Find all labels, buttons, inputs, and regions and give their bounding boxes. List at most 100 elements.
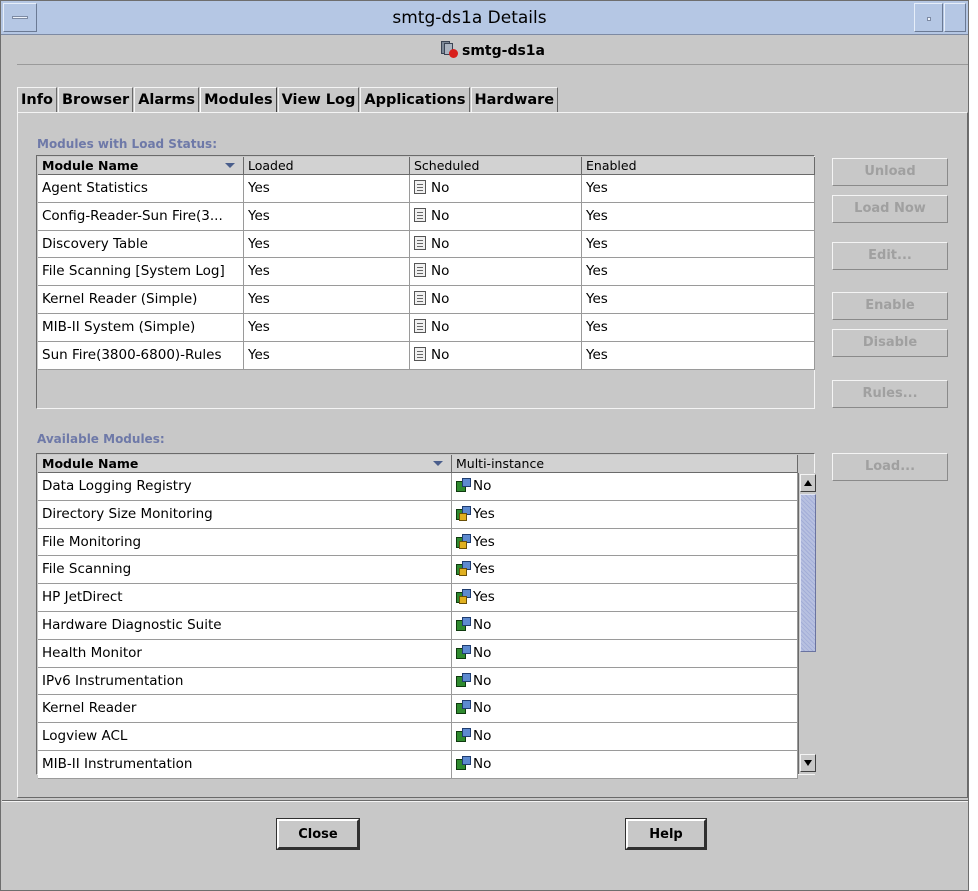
cell-text: Config-Reader-Sun Fire(3... xyxy=(42,207,223,224)
document-icon xyxy=(414,235,426,250)
tab-view-log[interactable]: View Log xyxy=(277,87,360,113)
tab-alarms[interactable]: Alarms xyxy=(134,87,200,113)
tab-info[interactable]: Info xyxy=(17,87,57,113)
cell-text: Yes xyxy=(248,180,270,196)
cell-name: MIB-II System (Simple) xyxy=(38,313,244,342)
table-row[interactable]: File Scanning Yes xyxy=(38,556,798,585)
cell-text: No xyxy=(473,644,492,661)
cell-text: No xyxy=(431,235,450,252)
single-instance-module-icon xyxy=(456,728,471,743)
details-window: smtg-ds1a Details smtg-ds1a Info Browser A… xyxy=(0,0,969,891)
cell-name: Health Monitor xyxy=(38,639,452,668)
cell-text: Agent Statistics xyxy=(42,180,148,196)
document-icon xyxy=(414,207,426,222)
cell-text: Logview ACL xyxy=(42,728,128,745)
cell-scheduled: No xyxy=(410,230,582,259)
loaded-modules-table: Module Name Loaded Scheduled Enabled Agent … xyxy=(36,155,815,409)
load-now-button[interactable]: Load Now xyxy=(832,195,948,223)
column-header-module-name[interactable]: Module Name xyxy=(38,157,244,175)
table-row[interactable]: Kernel Reader (Simple) Yes No Yes xyxy=(38,286,815,314)
cell-text: No xyxy=(431,263,450,280)
unload-button[interactable]: Unload xyxy=(832,158,948,186)
cell-text: No xyxy=(431,346,450,363)
table-row[interactable]: HP JetDirect Yes xyxy=(38,584,798,612)
document-icon xyxy=(414,180,426,194)
scroll-up-button[interactable] xyxy=(800,474,816,492)
cell-enabled: Yes xyxy=(582,258,815,287)
cell-text: HP JetDirect xyxy=(42,589,123,606)
column-header-enabled[interactable]: Enabled xyxy=(582,157,815,175)
edit-button[interactable]: Edit... xyxy=(832,242,948,270)
available-modules-body: Data Logging Registry No Directory Size Mo… xyxy=(38,473,798,779)
cell-name: Agent Statistics xyxy=(38,175,244,203)
table-row[interactable]: IPv6 Instrumentation No xyxy=(38,667,798,696)
cell-text: No xyxy=(473,616,492,633)
loaded-modules-header: Module Name Loaded Scheduled Enabled xyxy=(38,157,815,175)
disable-button[interactable]: Disable xyxy=(832,329,948,357)
tab-applications[interactable]: Applications xyxy=(360,87,470,113)
table-row[interactable]: Discovery Table Yes No Yes xyxy=(38,230,815,259)
table-row[interactable]: File Monitoring Yes xyxy=(38,528,798,557)
rules-button[interactable]: Rules... xyxy=(832,380,948,408)
cell-name: Config-Reader-Sun Fire(3... xyxy=(38,202,244,231)
cell-text: File Scanning [System Log] xyxy=(42,263,225,280)
document-icon xyxy=(414,291,426,306)
window-menu-button[interactable] xyxy=(3,3,37,32)
table-row[interactable]: Logview ACL No xyxy=(38,723,798,751)
cell-name: Sun Fire(3800-6800)-Rules xyxy=(38,341,244,370)
enable-button[interactable]: Enable xyxy=(832,292,948,320)
maximize-button[interactable] xyxy=(944,3,966,32)
table-row[interactable]: File Scanning [System Log] Yes No Yes xyxy=(38,258,815,287)
window-title: smtg-ds1a Details xyxy=(392,8,547,28)
close-button[interactable]: Close xyxy=(277,819,359,849)
cell-text: Health Monitor xyxy=(42,644,142,661)
table-row[interactable]: Sun Fire(3800-6800)-Rules Yes No Yes xyxy=(38,341,815,370)
scroll-down-button[interactable] xyxy=(800,754,816,772)
table-row[interactable]: Data Logging Registry No xyxy=(38,473,798,501)
table-row[interactable]: MIB-II Instrumentation No xyxy=(38,750,798,779)
cell-text: MIB-II System (Simple) xyxy=(42,318,196,335)
cell-text: Yes xyxy=(473,533,495,550)
sort-descending-icon xyxy=(225,163,235,168)
cell-name: HP JetDirect xyxy=(38,584,452,612)
table-row[interactable]: Hardware Diagnostic Suite No xyxy=(38,611,798,640)
help-button[interactable]: Help xyxy=(626,819,706,849)
column-header-multi-instance[interactable]: Multi-instance xyxy=(452,455,798,473)
arrow-up-icon xyxy=(804,480,812,486)
cell-name: Hardware Diagnostic Suite xyxy=(38,611,452,640)
tab-browser[interactable]: Browser xyxy=(58,87,134,113)
column-header-loaded[interactable]: Loaded xyxy=(244,157,410,175)
table-row[interactable]: Kernel Reader No xyxy=(38,695,798,724)
table-row[interactable]: Agent Statistics Yes No Yes xyxy=(38,175,815,203)
tab-modules[interactable]: Modules xyxy=(200,87,277,113)
title-bar[interactable]: smtg-ds1a Details xyxy=(1,1,968,35)
cell-multi-instance: No xyxy=(452,667,798,696)
column-header-scheduled[interactable]: Scheduled xyxy=(410,157,582,175)
minimize-button[interactable] xyxy=(914,3,943,32)
cell-text: Yes xyxy=(586,180,608,196)
cell-multi-instance: No xyxy=(452,639,798,668)
document-icon xyxy=(414,346,426,361)
table-row[interactable]: Config-Reader-Sun Fire(3... Yes No Yes xyxy=(38,202,815,231)
tab-hardware[interactable]: Hardware xyxy=(470,87,559,113)
column-header-module-name[interactable]: Module Name xyxy=(38,455,452,473)
cell-name: Kernel Reader (Simple) xyxy=(38,286,244,314)
loaded-modules-body: Agent Statistics Yes No Yes Config-Reader-Su… xyxy=(38,175,815,370)
table-row[interactable]: Directory Size Monitoring Yes xyxy=(38,500,798,529)
cell-text: IPv6 Instrumentation xyxy=(42,672,184,689)
cell-text: Yes xyxy=(586,318,608,335)
cell-text: Kernel Reader (Simple) xyxy=(42,291,198,308)
cell-loaded: Yes xyxy=(244,313,410,342)
cell-text: Yes xyxy=(473,505,495,522)
table-row[interactable]: Health Monitor No xyxy=(38,639,798,668)
cell-text: Yes xyxy=(248,263,270,280)
cell-multi-instance: No xyxy=(452,723,798,751)
cell-name: File Scanning xyxy=(38,556,452,585)
table-row[interactable]: MIB-II System (Simple) Yes No Yes xyxy=(38,313,815,342)
available-modules-scrollbar[interactable] xyxy=(798,473,816,774)
cell-enabled: Yes xyxy=(582,175,815,203)
cell-text: Yes xyxy=(586,207,608,224)
cell-multi-instance: Yes xyxy=(452,584,798,612)
load-button[interactable]: Load... xyxy=(832,453,948,481)
scroll-thumb[interactable] xyxy=(800,494,816,652)
